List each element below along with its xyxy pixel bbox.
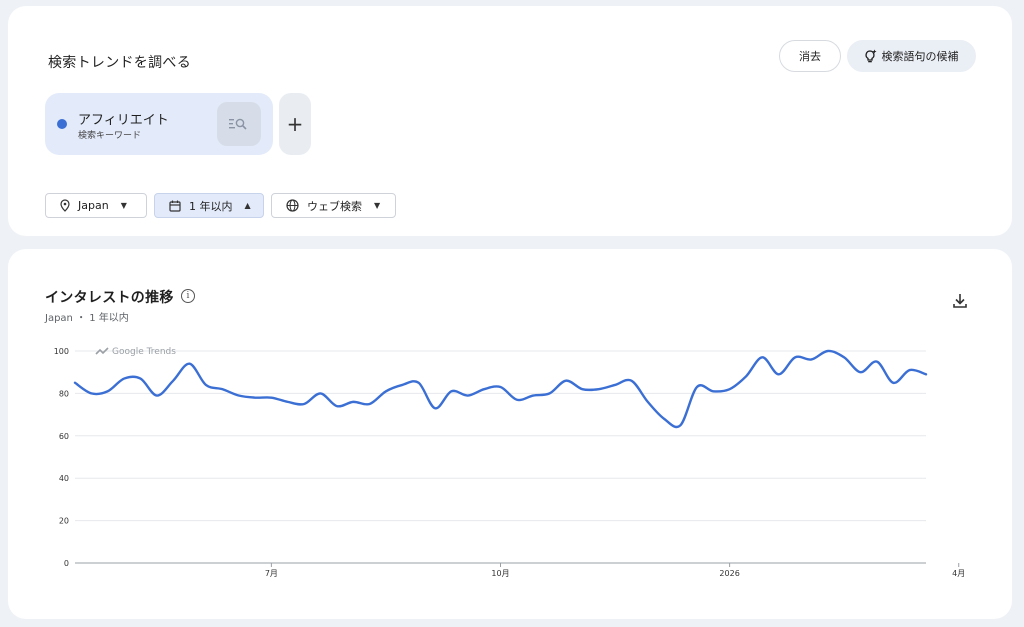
- term-type: 検索キーワード: [78, 131, 142, 141]
- term-name: アフィリエイト: [78, 113, 169, 128]
- y-tick-label: 80: [59, 389, 69, 398]
- interest-line-chart: 0 20 40 60 80 100 7月 10月 2026 4月 Google Trends: [54, 347, 966, 578]
- search-panel: 検索トレンドを調べる 消去 検索語句の候補 アフィリエイト 検索キーワード +: [8, 6, 1012, 236]
- term-options-button[interactable]: [217, 102, 261, 146]
- search-property-filter[interactable]: ウェブ検索 ▼: [271, 193, 396, 218]
- y-tick-label: 100: [54, 347, 69, 356]
- add-term-button[interactable]: +: [279, 93, 311, 155]
- search-term-chip[interactable]: アフィリエイト 検索キーワード: [45, 93, 273, 155]
- x-tick-label: 2026: [719, 569, 739, 578]
- list-search-icon: [229, 118, 247, 130]
- series-line: [73, 349, 928, 429]
- location-pin-icon: [60, 199, 70, 212]
- y-tick-label: 60: [59, 432, 69, 441]
- calendar-icon: [169, 200, 181, 212]
- lightbulb-sparkle-icon: [864, 49, 876, 63]
- globe-icon: [286, 199, 299, 212]
- panel-title: 検索トレンドを調べる: [48, 55, 191, 71]
- search-property-value: ウェブ検索: [307, 199, 362, 213]
- chevron-down-icon: ▼: [120, 201, 127, 210]
- watermark-text: Google Trends: [112, 347, 176, 357]
- y-tick-label: 40: [59, 474, 69, 483]
- x-tick-label: 7月: [265, 569, 278, 578]
- time-range-filter[interactable]: 1 年以内 ▲: [154, 193, 264, 218]
- chevron-down-icon: ▼: [374, 201, 381, 210]
- clear-button[interactable]: 消去: [779, 40, 841, 72]
- term-color-dot: [57, 119, 67, 129]
- y-tick-label: 0: [64, 559, 69, 568]
- interest-over-time-panel: インタレストの推移 i Japan ・ 1 年以内 0 20 40 60 80 100 7月…: [8, 249, 1012, 619]
- y-tick-label: 20: [59, 517, 69, 526]
- x-tick-label: 10月: [491, 569, 509, 578]
- x-tick-label: 4月: [952, 569, 965, 578]
- location-value: Japan: [78, 199, 109, 212]
- time-range-value: 1 年以内: [189, 199, 233, 213]
- location-filter[interactable]: Japan ▼: [45, 193, 147, 218]
- google-trends-watermark: Google Trends: [95, 347, 176, 357]
- suggest-terms-button[interactable]: 検索語句の候補: [847, 40, 976, 72]
- suggest-label: 検索語句の候補: [881, 50, 959, 63]
- chevron-up-icon: ▲: [244, 201, 251, 210]
